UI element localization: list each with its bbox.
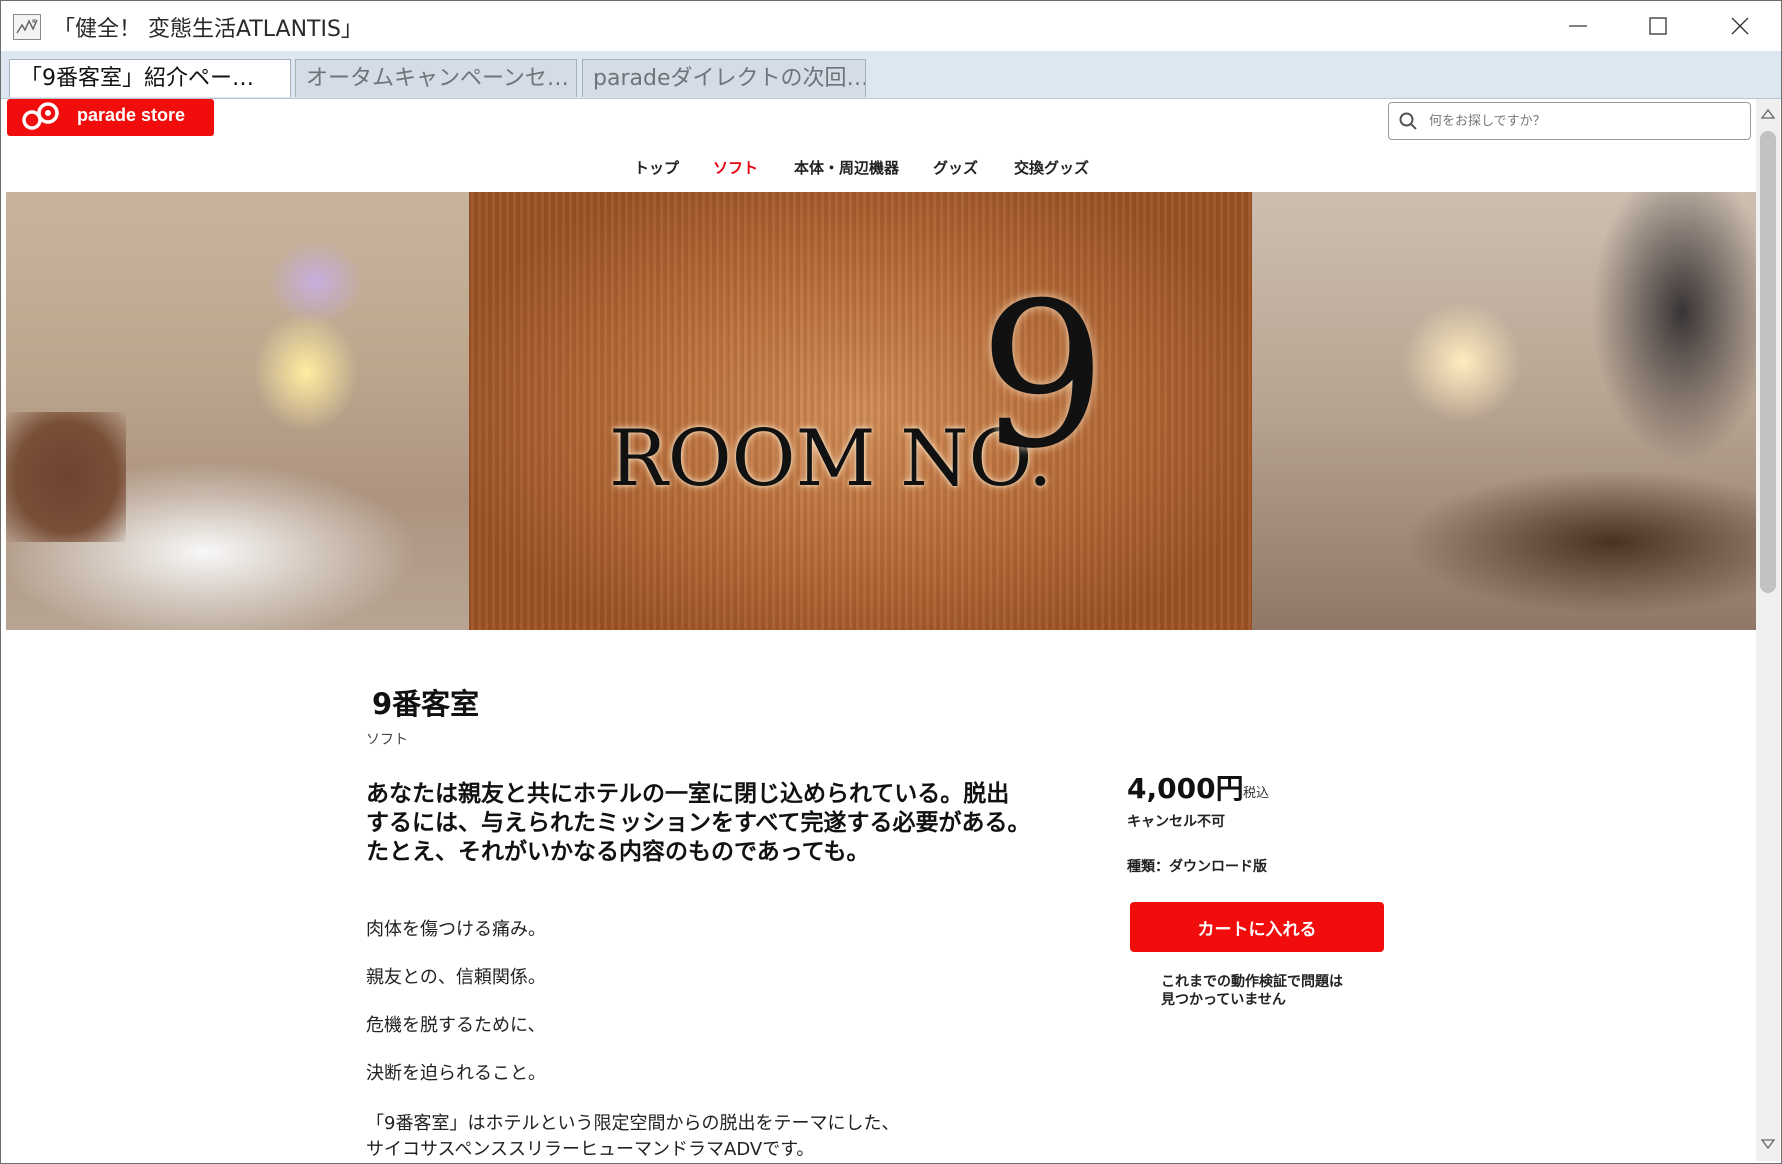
search-icon bbox=[1399, 112, 1417, 130]
hero-bedroom-image bbox=[6, 192, 469, 630]
window-title: 「健全！ 変態生活ATLANTIS」 bbox=[53, 17, 363, 42]
page-viewport: parade store トップ ソフト 本体・周辺機器 グッズ 交換グッズ R… bbox=[6, 99, 1756, 1161]
description-line: 親友との、信頼関係。 bbox=[366, 967, 546, 988]
parade-store-logo[interactable]: parade store bbox=[7, 99, 214, 136]
minimize-button[interactable] bbox=[1543, 1, 1613, 51]
tab-room9[interactable]: 「9番客室」紹介ペー… bbox=[9, 59, 291, 97]
nav-top[interactable]: トップ bbox=[634, 157, 679, 178]
tab-strip: 「9番客室」紹介ペー… オータムキャンペーンセ… paradeダイレクトの次回… bbox=[1, 51, 1781, 99]
description-line: 決断を迫られること。 bbox=[366, 1063, 546, 1084]
hero-title-panel: ROOM NO. 9 bbox=[469, 192, 1252, 630]
lead-line: あなたは親友と共にホテルの一室に閉じ込められている。脱出 bbox=[366, 781, 1010, 807]
product-title: 9番客室 bbox=[372, 687, 480, 721]
tax-label: 税込 bbox=[1243, 786, 1270, 801]
app-window: 「健全！ 変態生活ATLANTIS」 「9番客室」紹介ペー… オータムキャンペー… bbox=[0, 0, 1782, 1164]
nav-hardware[interactable]: 本体・周辺機器 bbox=[794, 157, 899, 178]
vertical-scrollbar[interactable] bbox=[1756, 99, 1780, 1161]
product-kind: 種類：ダウンロード版 bbox=[1127, 859, 1267, 875]
nav-trade-goods[interactable]: 交換グッズ bbox=[1014, 157, 1089, 178]
tab-parade-direct[interactable]: paradeダイレクトの次回… bbox=[582, 59, 866, 97]
lead-line: するには、与えられたミッションをすべて完遂する必要がある。 bbox=[366, 810, 1031, 836]
verification-note: これまでの動作検証で問題は 見つかっていません bbox=[1161, 973, 1391, 1009]
tab-autumn-campaign[interactable]: オータムキャンペーンセ… bbox=[295, 59, 577, 97]
product-category: ソフト bbox=[366, 732, 408, 748]
search-input[interactable] bbox=[1429, 103, 1739, 139]
scroll-thumb[interactable] bbox=[1760, 131, 1776, 593]
description-line: 肉体を傷つける痛み。 bbox=[366, 919, 546, 940]
verification-note-line: 見つかっていません bbox=[1161, 992, 1286, 1008]
product-price: 4,000円 bbox=[1127, 772, 1244, 805]
logo-text: parade store bbox=[77, 105, 186, 125]
scroll-down-arrow-icon[interactable] bbox=[1759, 1135, 1777, 1153]
description-line: 危機を脱するために、 bbox=[366, 1015, 546, 1036]
banner-number: 9 bbox=[979, 260, 1107, 493]
app-icon bbox=[13, 14, 41, 40]
close-button[interactable] bbox=[1705, 1, 1775, 51]
search-box[interactable] bbox=[1388, 102, 1751, 140]
maximize-icon bbox=[1649, 17, 1667, 35]
hero-room-image bbox=[1252, 192, 1756, 630]
scroll-up-arrow-icon[interactable] bbox=[1759, 105, 1777, 123]
nav-goods[interactable]: グッズ bbox=[933, 157, 978, 178]
nav-soft[interactable]: ソフト bbox=[713, 157, 758, 178]
cancel-note: キャンセル不可 bbox=[1127, 814, 1225, 830]
add-to-cart-button[interactable]: カートに入れる bbox=[1130, 902, 1384, 952]
maximize-button[interactable] bbox=[1623, 1, 1693, 51]
verification-note-line: これまでの動作検証で問題は bbox=[1161, 974, 1343, 990]
lead-line: たとえ、それがいかなる内容のものであっても。 bbox=[366, 839, 870, 865]
close-icon bbox=[1731, 17, 1749, 35]
minimize-icon bbox=[1569, 25, 1587, 27]
parade-logo-icon bbox=[22, 102, 59, 130]
product-lead: あなたは親友と共にホテルの一室に閉じ込められている。脱出 するには、与えられたミ… bbox=[366, 780, 1086, 867]
title-bar: 「健全！ 変態生活ATLANTIS」 bbox=[1, 1, 1781, 51]
description-line: 「9番客室」はホテルという限定空間からの脱出をテーマにした、 bbox=[366, 1113, 900, 1134]
hero-banner: ROOM NO. 9 bbox=[6, 192, 1756, 630]
description-line: サイコサスペンススリラーヒューマンドラマADVです。 bbox=[366, 1139, 815, 1160]
